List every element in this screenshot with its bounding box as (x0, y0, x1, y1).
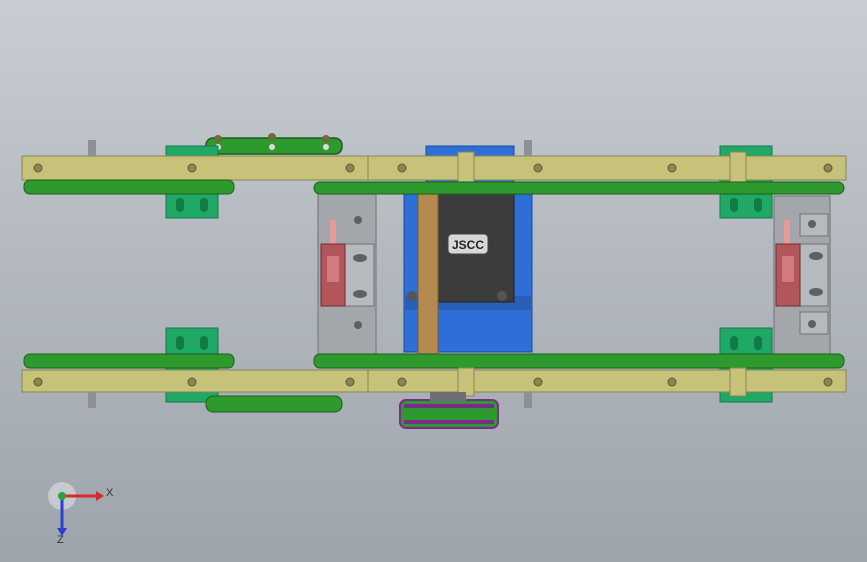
bolt (187, 377, 197, 387)
screw (354, 216, 362, 224)
bolt (397, 163, 407, 173)
rail-clamp (457, 367, 475, 397)
bracket-slot (176, 336, 184, 350)
rail-clamp (457, 151, 475, 183)
assembly-drawing[interactable]: JSCC (0, 0, 867, 562)
bolt (823, 377, 833, 387)
bolt (33, 163, 43, 173)
bolt (345, 163, 355, 173)
bracket-slot (200, 336, 208, 350)
x-axis-head (96, 491, 104, 501)
bolt (33, 377, 43, 387)
bolt (823, 163, 833, 173)
top-rail-right (367, 155, 847, 181)
x-axis-label: X (106, 487, 114, 499)
post (524, 140, 532, 156)
rail-clamp (729, 151, 747, 183)
orientation-triad[interactable]: X Z (40, 478, 130, 548)
top-belt-left (23, 179, 235, 195)
post (88, 392, 96, 408)
cad-viewport[interactable]: JSCC X Z (0, 0, 867, 562)
triad-graphic (48, 482, 104, 536)
bolt (323, 144, 329, 150)
bolt (533, 377, 543, 387)
sensor-window (782, 256, 794, 282)
motor-label: JSCC (452, 238, 484, 252)
pulley-flange (404, 404, 494, 408)
post (88, 140, 96, 156)
sensors[interactable] (320, 220, 801, 307)
top-belt-right (313, 181, 845, 195)
y-axis-dot (58, 492, 66, 500)
slot-hole (809, 252, 823, 260)
slot-hole (353, 290, 367, 298)
sensor-probe (330, 220, 336, 246)
sensor-probe (784, 220, 790, 246)
screw (497, 291, 507, 301)
screw (354, 321, 362, 329)
slot-hole (809, 288, 823, 296)
post (524, 392, 532, 408)
bracket-slot (754, 198, 762, 212)
bracket-slot (200, 198, 208, 212)
drive-pulley[interactable] (399, 392, 499, 429)
bolt (667, 377, 677, 387)
bolt (214, 135, 222, 143)
bracket-slot (730, 336, 738, 350)
screw (407, 291, 417, 301)
bolt (667, 163, 677, 173)
bolt (397, 377, 407, 387)
bracket-slot (754, 336, 762, 350)
upper-left-belt-module[interactable] (205, 133, 343, 155)
bolt (533, 163, 543, 173)
slot-hole (353, 254, 367, 262)
screw (808, 220, 816, 228)
pulley-hub (430, 392, 466, 402)
bracket-slot (730, 198, 738, 212)
rail-clamp (729, 367, 747, 397)
bolt (345, 377, 355, 387)
bolt (322, 135, 330, 143)
bolt (268, 133, 276, 141)
pulley-flange (404, 420, 494, 424)
bottom-belt-right (313, 353, 845, 369)
lower-short-belt (205, 395, 343, 413)
bottom-rail-right (367, 369, 847, 393)
bracket-slot (176, 198, 184, 212)
bolt (269, 144, 275, 150)
sensor-window (327, 256, 339, 282)
coupling-shaft (417, 193, 439, 355)
bottom-belt-left (23, 353, 235, 369)
bolt (187, 163, 197, 173)
z-axis-label: Z (57, 534, 64, 546)
screw (808, 320, 816, 328)
